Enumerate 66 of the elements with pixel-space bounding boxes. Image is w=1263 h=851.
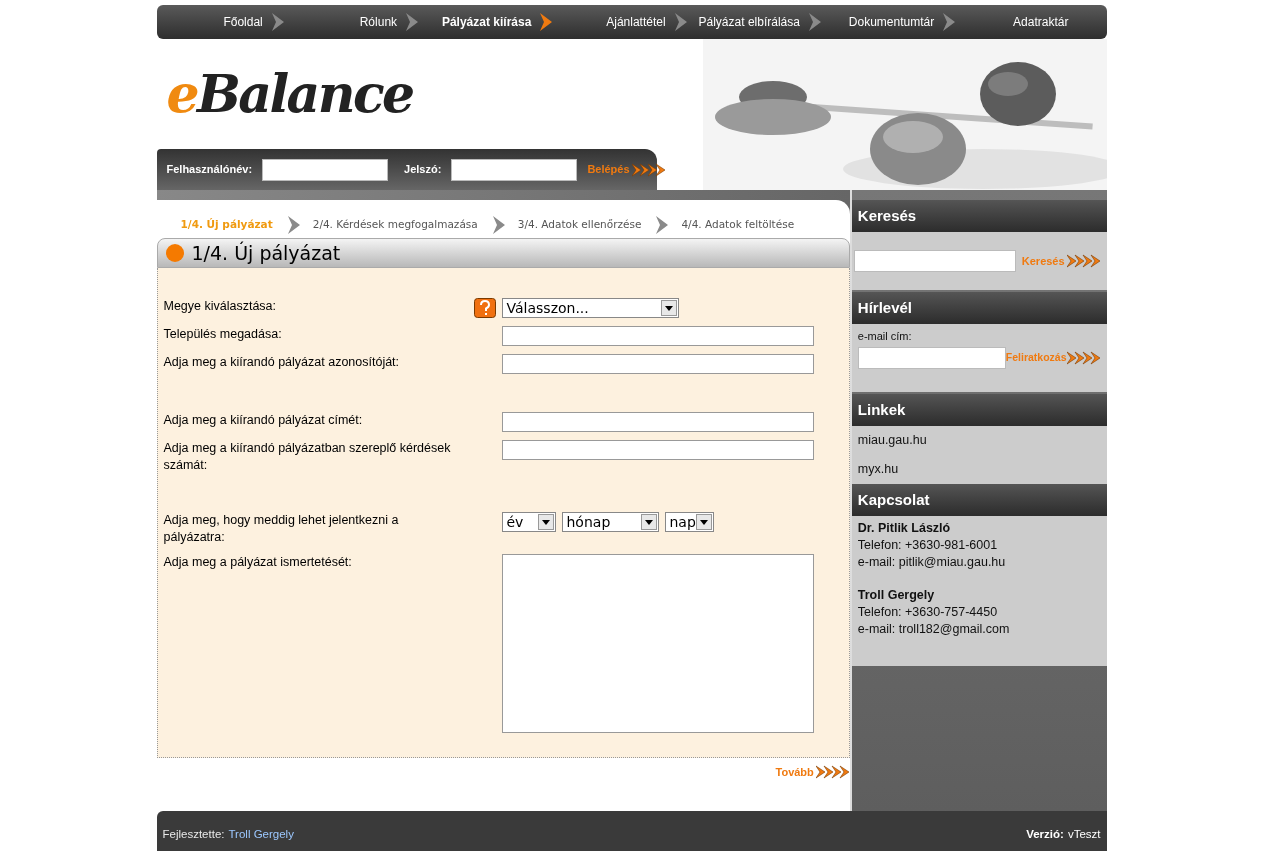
nav-link[interactable]: Dokumentumtár: [848, 13, 935, 31]
link[interactable]: myx.hu: [857, 460, 1101, 479]
panel-title: 1/4. Új pályázat: [191, 240, 341, 266]
dropdown[interactable]: hónap: [561, 512, 659, 532]
field-label: Adja meg, hogy meddig lehet jelentkezni a pályázatra:: [163, 512, 400, 546]
chevron-icon: [942, 12, 957, 32]
link[interactable]: miau.gau.hu: [857, 431, 1101, 450]
text-field[interactable]: [501, 354, 814, 374]
chevrons-icon: [1066, 350, 1101, 365]
nav-link[interactable]: Pályázat kiírása: [441, 13, 532, 31]
text-field[interactable]: [501, 440, 814, 460]
chevron-icon: [539, 12, 554, 32]
contact-email: e-mail: pitlik@miau.gau.hu: [857, 554, 1007, 571]
field-label: Adja meg a kiírandó pályázatban szereplő kérdések számát:: [163, 440, 452, 474]
section-header: Linkek: [851, 394, 1107, 426]
email-field[interactable]: [857, 346, 1006, 369]
step-label: 2/4. Kérdések megfogalmazása: [312, 217, 478, 233]
email-label: e-mail cím:: [857, 329, 913, 344]
field-label: Adja meg a kiírandó pályázat címét:: [163, 412, 364, 429]
chevron-icon: [270, 12, 285, 32]
logo: eBalance: [166, 62, 413, 126]
chevron-icon: [405, 12, 420, 32]
username-field[interactable]: [262, 158, 389, 181]
chevrons-icon: [631, 162, 666, 177]
help-icon[interactable]: [473, 298, 496, 318]
chevron-icon: [807, 12, 822, 32]
nav-link[interactable]: Pályázat elbírálása: [698, 13, 800, 31]
field-label: Megye kiválasztása:: [163, 298, 278, 315]
step-label: 4/4. Adatok feltöltése: [681, 217, 795, 233]
developer-link[interactable]: Troll Gergely: [228, 826, 294, 844]
nav-link[interactable]: Ajánlattétel: [606, 13, 666, 31]
contact-name: Troll Gergely: [857, 587, 936, 604]
section-header: Keresés: [851, 200, 1107, 232]
nav-link[interactable]: Adatraktár: [1013, 13, 1069, 31]
chevron-icon: [673, 12, 688, 32]
nav-link[interactable]: Főoldal: [223, 13, 263, 31]
dropdown[interactable]: év: [501, 512, 556, 532]
version-value: vTeszt: [1067, 827, 1101, 843]
username-label: Felhasználónév:: [166, 162, 253, 178]
step-label: 3/4. Adatok ellenőrzése: [517, 217, 642, 233]
nav-link[interactable]: Rólunk: [359, 13, 398, 31]
chevron-icon: [655, 215, 670, 235]
step-label: 1/4. Új pályázat: [180, 217, 273, 233]
developer-label: Fejlesztette:: [162, 827, 225, 843]
text-field[interactable]: [501, 412, 814, 432]
password-label: Jelszó:: [404, 162, 442, 178]
dropdown[interactable]: Válasszon...: [501, 298, 679, 318]
section-header: Hírlevél: [851, 292, 1107, 324]
contact-name: Dr. Pitlik László: [857, 520, 952, 537]
field-label: Adja meg a kiírandó pályázat azonosítóját:: [163, 354, 401, 371]
bullet-icon: [165, 244, 184, 262]
chevrons-icon: [1066, 254, 1101, 268]
contact-email: e-mail: troll182@gmail.com: [857, 621, 1011, 638]
field-label: Település megadása:: [163, 326, 283, 343]
password-field[interactable]: [451, 158, 578, 181]
field-label: Adja meg a pályázat ismertetését:: [163, 554, 353, 571]
contact-phone: Telefon: +3630-757-4450: [857, 604, 999, 621]
section-header: Kapcsolat: [851, 484, 1107, 516]
version-label: Verzió:: [1026, 827, 1064, 843]
text-field[interactable]: [501, 326, 814, 346]
contact-phone: Telefon: +3630-981-6001: [857, 537, 999, 554]
chevrons-icon: [815, 765, 850, 780]
search-field[interactable]: [853, 250, 1016, 272]
chevron-icon: [286, 215, 301, 235]
chevron-icon: [491, 215, 506, 235]
dropdown[interactable]: nap: [664, 512, 714, 532]
